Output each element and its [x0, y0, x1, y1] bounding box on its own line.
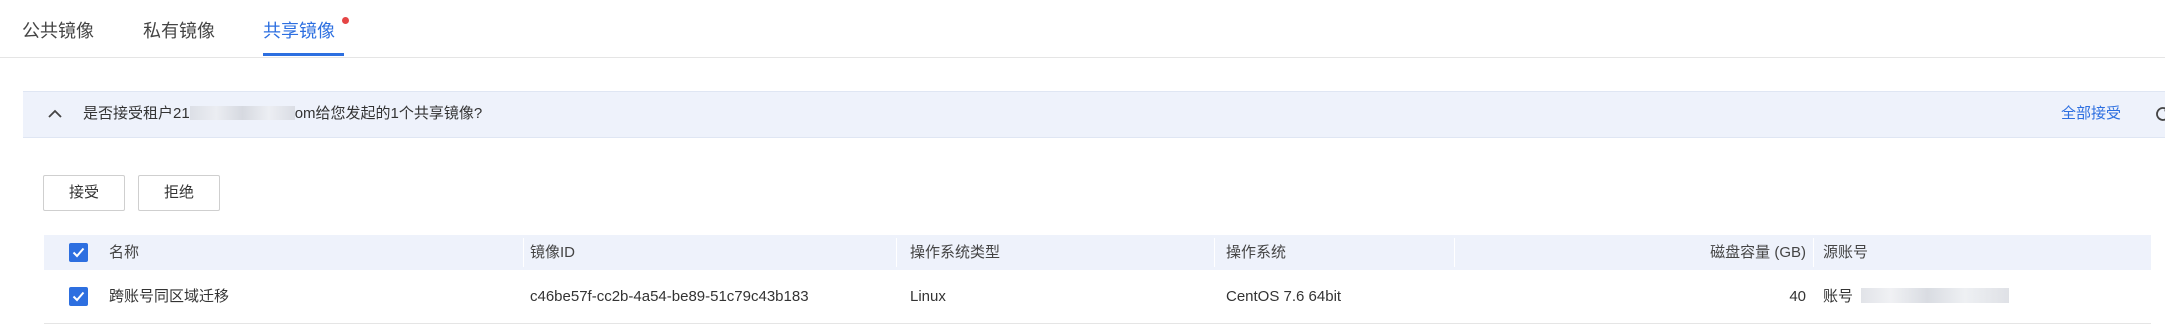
tab-public-images[interactable]: 公共镜像 [22, 18, 94, 44]
notification-dot [342, 17, 349, 24]
column-divider [1214, 238, 1215, 267]
row-checkbox[interactable] [69, 287, 88, 306]
column-header-source-account: 源账号 [1823, 244, 1869, 261]
os-type: Linux [910, 288, 946, 305]
chevron-up-icon[interactable] [47, 106, 63, 122]
column-header-image-id: 镜像ID [530, 244, 576, 261]
checkbox-checked-icon [72, 247, 85, 258]
column-divider [523, 238, 524, 267]
image-name: 跨账号同区域迁移 [109, 288, 230, 305]
checkbox-checked-icon [72, 291, 85, 302]
column-header-name: 名称 [109, 244, 140, 261]
column-divider [1813, 238, 1814, 267]
share-request-suffix: om给您发起的1个共享镜像? [294, 105, 483, 122]
os-name: CentOS 7.6 64bit [1226, 288, 1342, 305]
share-request-message: 是否接受租户21 om给您发起的1个共享镜像? [83, 104, 482, 124]
disk-capacity: 40 [1789, 288, 1806, 305]
accept-button[interactable]: 接受 [43, 175, 125, 211]
accept-all-link[interactable]: 全部接受 [2061, 104, 2121, 124]
image-id: c46be57f-cc2b-4a54-be89-51c79c43b183 [530, 288, 809, 305]
redacted-tenant-name [189, 106, 295, 120]
table-header: 名称 镜像ID 操作系统类型 操作系统 磁盘容量 (GB) 源账号 [44, 235, 2151, 270]
column-header-os: 操作系统 [1226, 244, 1287, 261]
column-header-os-type: 操作系统类型 [910, 244, 1001, 261]
refresh-icon[interactable] [2153, 104, 2165, 124]
image-type-tabs: 公共镜像 私有镜像 共享镜像 [0, 0, 2165, 58]
reject-button[interactable]: 拒绝 [138, 175, 220, 211]
share-request-prefix: 是否接受租户21 [83, 105, 190, 122]
select-all-checkbox[interactable] [69, 243, 88, 262]
active-tab-indicator [263, 53, 344, 56]
redacted-account-id [1861, 288, 2010, 303]
tab-private-images[interactable]: 私有镜像 [143, 18, 215, 44]
column-divider [1454, 238, 1455, 267]
source-account: 账号 [1823, 270, 2010, 323]
column-header-disk-capacity: 磁盘容量 (GB) [1710, 244, 1806, 261]
table-row: 跨账号同区域迁移 c46be57f-cc2b-4a54-be89-51c79c4… [44, 270, 2151, 324]
share-request-banner: 是否接受租户21 om给您发起的1个共享镜像? 全部接受 [23, 91, 2165, 138]
column-divider [896, 238, 897, 267]
tab-shared-images[interactable]: 共享镜像 [263, 18, 335, 44]
source-account-label: 账号 [1823, 288, 1854, 305]
